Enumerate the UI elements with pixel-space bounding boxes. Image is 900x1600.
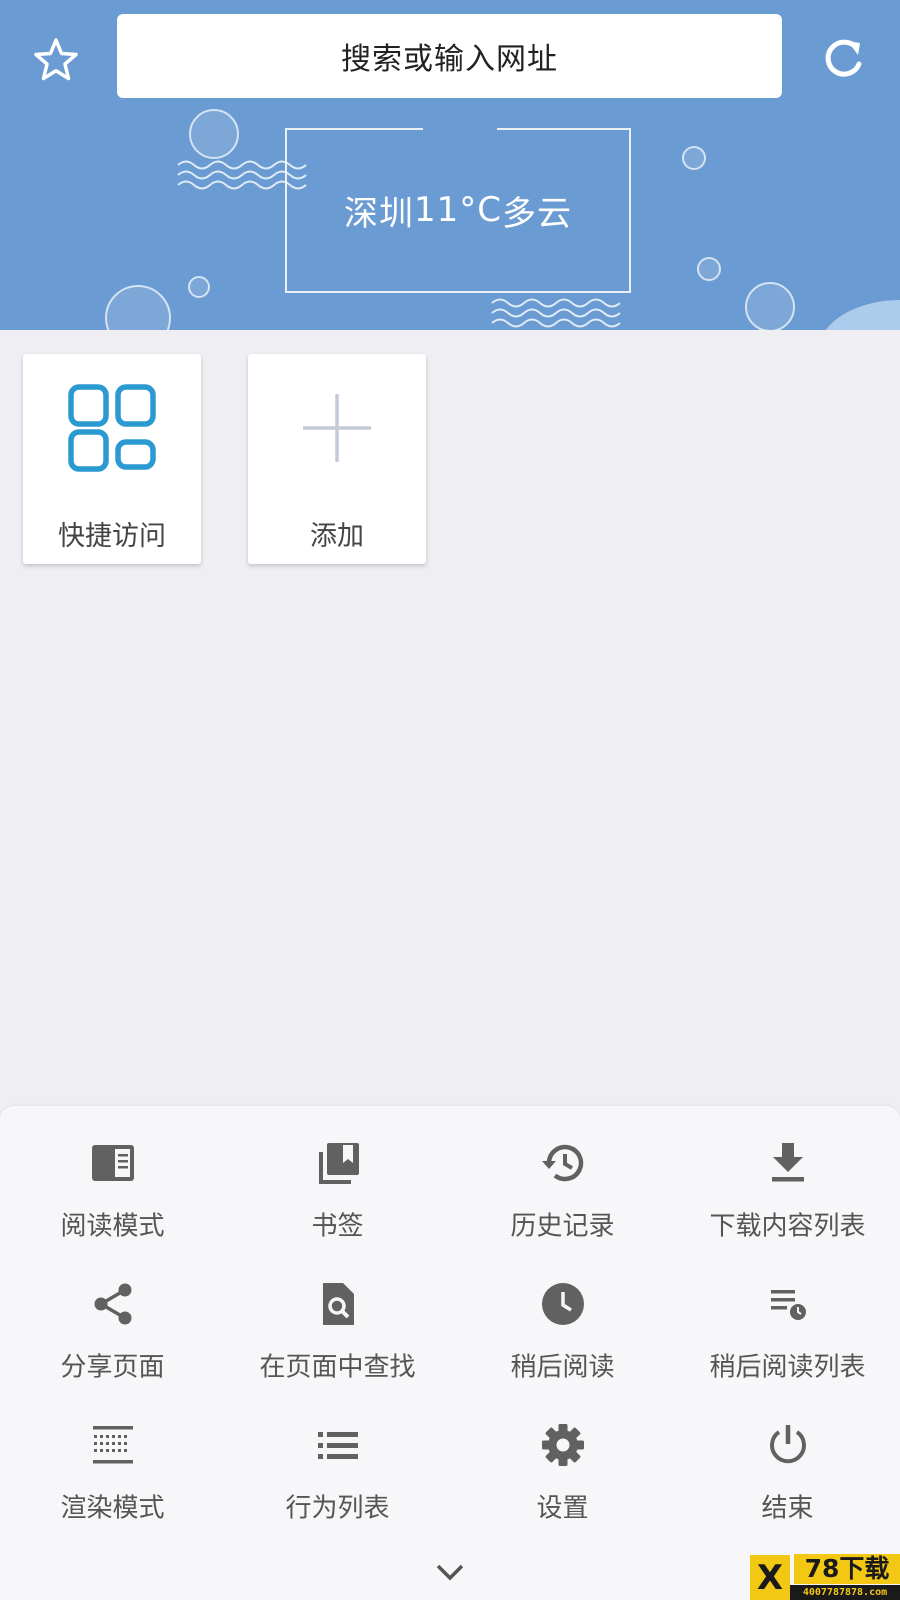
menu-item-exit[interactable]: 结束 bbox=[675, 1422, 900, 1552]
chevron-down-icon bbox=[436, 1564, 464, 1581]
speed-dial-area: 快捷访问 添加 bbox=[0, 330, 900, 1106]
bookmark-star-button[interactable] bbox=[30, 34, 82, 86]
menu-item-history[interactable]: 历史记录 bbox=[450, 1140, 675, 1270]
power-icon bbox=[770, 1425, 806, 1464]
download-icon bbox=[772, 1143, 804, 1182]
menu-item-label: 历史记录 bbox=[510, 1211, 615, 1242]
search-input[interactable]: 搜索或输入网址 bbox=[117, 14, 782, 98]
read-later-list-icon bbox=[771, 1290, 806, 1320]
tile-label: 添加 bbox=[310, 521, 364, 552]
menu-item-label: 结束 bbox=[761, 1493, 814, 1524]
menu-item-label: 书签 bbox=[311, 1211, 364, 1242]
reload-icon bbox=[825, 39, 862, 77]
tile-quick-access[interactable]: 快捷访问 bbox=[23, 354, 201, 564]
clock-icon bbox=[542, 1283, 584, 1325]
menu-item-label: 设置 bbox=[536, 1493, 589, 1524]
menu-item-render-mode[interactable]: 渲染模式 bbox=[0, 1422, 225, 1552]
reload-button[interactable] bbox=[818, 34, 870, 86]
plus-icon bbox=[303, 394, 371, 462]
menu-item-label: 稍后阅读列表 bbox=[709, 1352, 866, 1383]
menu-item-action-list[interactable]: 行为列表 bbox=[225, 1422, 450, 1552]
weather-condition: 多云 bbox=[502, 193, 572, 234]
grid-icon bbox=[68, 384, 156, 472]
menu-item-downloads[interactable]: 下载内容列表 bbox=[675, 1140, 900, 1270]
history-icon bbox=[542, 1144, 584, 1182]
collapse-menu-button[interactable] bbox=[430, 1558, 470, 1588]
menu-item-label: 在页面中查找 bbox=[259, 1352, 416, 1383]
find-in-page-icon bbox=[323, 1283, 354, 1325]
watermark-title: 78下载 bbox=[794, 1554, 900, 1584]
tile-add[interactable]: 添加 bbox=[248, 354, 426, 564]
tile-label: 快捷访问 bbox=[58, 521, 166, 552]
menu-item-label: 阅读模式 bbox=[60, 1211, 165, 1242]
reader-mode-icon bbox=[92, 1145, 134, 1181]
weather-widget[interactable]: 深圳 11°C 多云 bbox=[286, 128, 630, 292]
menu-item-read-later[interactable]: 稍后阅读 bbox=[450, 1281, 675, 1411]
menu-item-label: 稍后阅读 bbox=[510, 1352, 615, 1383]
menu-item-label: 下载内容列表 bbox=[709, 1211, 866, 1242]
menu-item-read-later-list[interactable]: 稍后阅读列表 bbox=[675, 1281, 900, 1411]
star-outline-icon bbox=[34, 38, 78, 81]
browser-header: 搜索或输入网址 深圳 11°C 多云 bbox=[0, 0, 900, 330]
menu-item-bookmarks[interactable]: 书签 bbox=[225, 1140, 450, 1270]
weather-city: 深圳 bbox=[343, 193, 414, 234]
share-icon bbox=[94, 1283, 132, 1325]
render-mode-icon bbox=[93, 1426, 133, 1464]
weather-temperature: 11°C bbox=[413, 190, 502, 230]
menu-item-label: 分享页面 bbox=[60, 1352, 165, 1383]
menu-item-settings[interactable]: 设置 bbox=[450, 1422, 675, 1552]
overflow-menu-panel: 阅读模式 书签 历史记录 下载内容列表 分享页面 在页面中查找 稍后阅读 稍后阅… bbox=[0, 1106, 900, 1600]
watermark-url: 4007787878.com bbox=[790, 1585, 900, 1600]
list-icon bbox=[318, 1432, 358, 1459]
gear-icon bbox=[542, 1424, 584, 1466]
bookmarks-icon bbox=[319, 1143, 359, 1184]
watermark: X 78下载 4007787878.com bbox=[750, 1554, 900, 1600]
menu-item-label: 渲染模式 bbox=[60, 1493, 165, 1524]
menu-item-share[interactable]: 分享页面 bbox=[0, 1281, 225, 1411]
menu-item-find-in-page[interactable]: 在页面中查找 bbox=[225, 1281, 450, 1411]
menu-item-label: 行为列表 bbox=[285, 1493, 390, 1524]
watermark-logo: X bbox=[750, 1555, 790, 1600]
menu-item-reader-mode[interactable]: 阅读模式 bbox=[0, 1140, 225, 1270]
